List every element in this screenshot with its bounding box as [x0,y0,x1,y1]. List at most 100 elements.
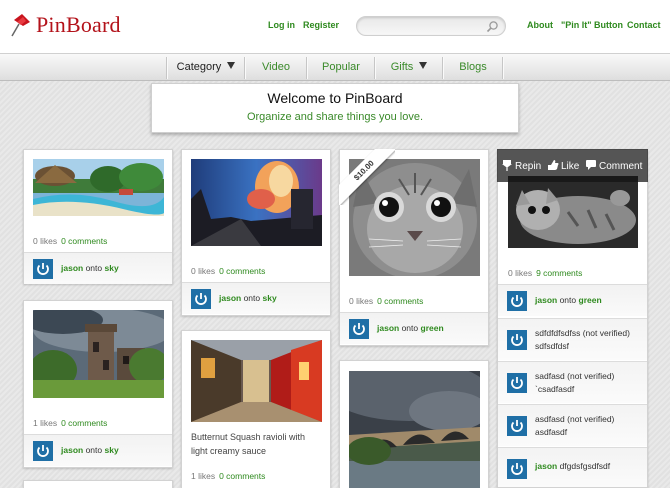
board-link[interactable]: sky [105,263,119,273]
nav-gifts-label: Gifts [390,61,414,73]
pin-image-kitten[interactable] [508,176,638,248]
top-header: PinBoard Log in Register About "Pin It" … [0,0,670,53]
pin-byline: jason onto sky [24,434,172,466]
comment-item: jason dfgdsfgsdfsdf [498,447,647,487]
search-box[interactable] [356,16,506,36]
nav-blogs-label: Blogs [459,61,487,73]
pin-image-sunset[interactable] [191,159,322,246]
comment-text: sdfdfdfsdfss (not verified) sdfsdfdsf [535,328,630,351]
welcome-banner: Welcome to PinBoard Organize and share t… [151,83,519,133]
pin-card-resort[interactable]: 0 likes 0 comments jason onto sky [23,149,173,284]
register-link[interactable]: Register [303,20,339,30]
nav-category[interactable]: Category [168,54,244,81]
nav-video[interactable]: Video [246,54,306,81]
likes-count: 0 likes [349,296,374,306]
likes-count: 0 likes [508,268,533,278]
comment-item: sadfasd (not verified) `csadfasdf [498,361,647,403]
comment-text: asdfasd (not verified) asdfasdf [535,414,615,437]
comments-link[interactable]: 0 comments [377,296,423,306]
power-avatar-icon[interactable] [33,259,53,279]
comments-link[interactable]: 0 comments [61,236,107,246]
pin-card-bridge[interactable] [339,360,489,488]
pin-byline: jason onto sky [182,282,330,314]
power-avatar-icon[interactable] [507,330,527,350]
welcome-title: Welcome to PinBoard [267,90,403,106]
nav-gifts[interactable]: Gifts [376,54,442,81]
contact-link[interactable]: Contact [627,20,661,30]
comments-link[interactable]: 9 comments [536,268,582,278]
power-avatar-icon[interactable] [507,459,527,479]
main-nav: Category Video Popular Gifts Blogs [0,53,670,81]
byline-text: jason onto sky [61,445,119,455]
about-link[interactable]: About [527,20,553,30]
byline-text: jason onto green [535,295,602,305]
comments-link[interactable]: 0 comments [219,266,265,276]
board-link[interactable]: green [579,295,602,305]
search-input[interactable] [365,20,485,33]
logo-text: PinBoard [36,12,121,37]
power-avatar-icon[interactable] [349,319,369,339]
dropdown-arrow-icon [419,62,428,69]
power-avatar-icon[interactable] [507,416,527,436]
pin-stats: 0 likes 0 comments [191,266,265,276]
comment-button[interactable]: Comment [585,159,642,172]
comment-text: sadfasd (not verified) `csadfasdf [535,371,615,394]
pin-byline: jason onto sky [24,252,172,284]
pin-card-sunset[interactable]: 0 likes 0 comments jason onto sky [181,149,331,316]
pin-stats: 1 likes 0 comments [33,418,107,428]
pin-it-button-link[interactable]: "Pin It" Button [561,20,623,30]
pin-card-street[interactable]: Butternut Squash ravioli with light crea… [181,330,331,488]
power-avatar-icon[interactable] [507,373,527,393]
pin-image-resort[interactable] [33,159,164,216]
power-avatar-icon[interactable] [507,291,527,311]
nav-category-label: Category [176,61,222,73]
power-avatar-icon[interactable] [191,289,211,309]
user-link[interactable]: jason [219,293,241,303]
nav-popular-label: Popular [322,61,360,73]
user-link[interactable]: jason [535,461,557,471]
likes-count: 1 likes [33,418,58,428]
pin-byline: jason onto green [340,312,488,344]
pin-card-castle[interactable]: 1 likes 0 comments jason onto sky [23,300,173,468]
user-link[interactable]: jason [377,323,399,333]
likes-count: 0 likes [191,266,216,276]
byline-text: jason onto green [377,323,444,333]
like-icon [548,160,559,170]
byline-text: jason onto sky [61,263,119,273]
user-link[interactable]: jason [61,445,83,455]
pin-image-bridge[interactable] [349,371,480,488]
nav-blogs[interactable]: Blogs [444,54,502,81]
user-link[interactable]: jason [535,295,557,305]
repin-icon [502,160,512,171]
pin-image-street[interactable] [191,340,322,422]
byline-text: jason onto sky [219,293,277,303]
pin-card-partial[interactable] [23,480,173,488]
welcome-subtitle: Organize and share things you love. [246,111,424,123]
repin-button[interactable]: Repin [501,159,541,172]
comment-item: asdfasd (not verified) asdfasdf [498,404,647,446]
nav-popular[interactable]: Popular [308,54,374,81]
pin-byline: jason onto green [498,284,647,316]
board-link[interactable]: sky [263,293,277,303]
pin-logo-icon [11,14,30,37]
likes-count: 0 likes [33,236,58,246]
comments-link[interactable]: 0 comments [219,471,265,481]
like-button[interactable]: Like [547,159,579,172]
pin-stats: 1 likes 0 comments [191,471,265,481]
pin-image-castle[interactable] [33,310,164,398]
dropdown-arrow-icon [227,62,236,69]
login-link[interactable]: Log in [268,20,295,30]
board-link[interactable]: sky [105,445,119,455]
pin-stats: 0 likes 9 comments [508,268,582,278]
user-link[interactable]: jason [61,263,83,273]
likes-count: 1 likes [191,471,216,481]
search-icon[interactable] [486,20,499,33]
comments-link[interactable]: 0 comments [61,418,107,428]
pin-card-kitten[interactable]: 0 likes 9 comments jason onto green sdfdf… [497,149,648,488]
site-logo[interactable]: PinBoard [8,10,121,40]
comment-item: sdfdfdfsdfss (not verified) sdfsdfdsf [498,318,647,360]
comment-icon [586,160,596,170]
board-link[interactable]: green [421,323,444,333]
nav-video-label: Video [262,61,290,73]
power-avatar-icon[interactable] [33,441,53,461]
